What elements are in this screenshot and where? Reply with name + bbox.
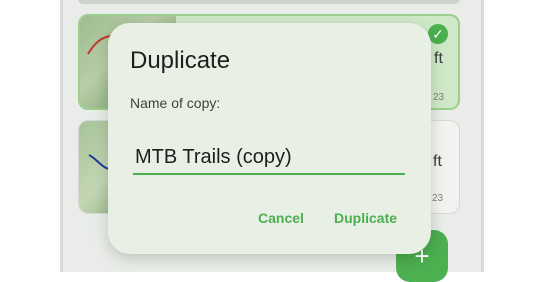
dialog-title: Duplicate [130,47,231,74]
copy-name-input[interactable] [133,141,405,175]
check-icon: ✓ [428,24,448,44]
duplicate-dialog: Duplicate Name of copy: Cancel Duplicate [108,23,431,254]
distance-unit: ft [433,153,442,170]
name-field-label: Name of copy: [130,95,221,111]
screen-edge-right [481,0,484,272]
track-card-partial[interactable] [78,0,460,4]
date-fragment: 23 [433,92,445,103]
cancel-button[interactable]: Cancel [258,210,304,226]
distance-unit: ft [434,50,443,67]
date-fragment: 23 [432,193,444,204]
duplicate-button[interactable]: Duplicate [334,210,397,226]
